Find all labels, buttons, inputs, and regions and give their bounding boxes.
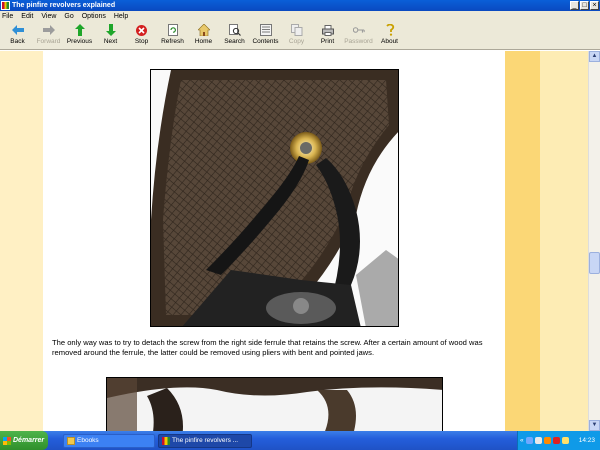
password-button[interactable]: Password (343, 22, 374, 49)
revolver-grip-photo (150, 69, 399, 327)
menu-go[interactable]: Go (64, 13, 73, 20)
refresh-label: Refresh (161, 38, 184, 45)
folder-icon (67, 436, 75, 445)
app-icon (1, 1, 10, 10)
next-button[interactable]: Next (95, 22, 126, 49)
clock[interactable]: 14:23 (579, 437, 595, 444)
second-revolver-photo (106, 377, 443, 431)
password-label: Password (344, 38, 373, 45)
scroll-up-button[interactable]: ▲ (589, 51, 600, 62)
contents-icon (259, 24, 272, 36)
menu-help[interactable]: Help (114, 13, 128, 20)
copy-button[interactable]: Copy (281, 22, 312, 49)
refresh-icon (167, 24, 179, 36)
vertical-scrollbar[interactable]: ▲ ▼ (588, 51, 600, 431)
search-icon (228, 24, 241, 36)
title-bar: The pinfire revolvers explained _ □ × (0, 0, 600, 11)
home-icon (197, 24, 210, 36)
task-ebooks-label: Ebooks (77, 437, 99, 444)
down-arrow-icon (105, 24, 117, 36)
search-button[interactable]: Search (219, 22, 250, 49)
search-label: Search (224, 38, 245, 45)
menu-edit[interactable]: Edit (21, 13, 33, 20)
window-controls: _ □ × (570, 1, 599, 10)
refresh-button[interactable]: Refresh (157, 22, 188, 49)
document-view[interactable]: The only way was to try to detach the sc… (0, 51, 588, 431)
menu-view[interactable]: View (41, 13, 56, 20)
messenger-icon[interactable] (561, 437, 569, 444)
decorative-margin (540, 51, 588, 431)
previous-label: Previous (66, 38, 93, 45)
page-body: The only way was to try to detach the sc… (43, 51, 505, 431)
firefox-icon[interactable] (543, 437, 551, 444)
decorative-stripe (505, 51, 540, 431)
home-label: Home (194, 38, 213, 45)
task-pinfire-label: The pinfire revolvers ... (172, 437, 239, 444)
stop-button[interactable]: Stop (126, 22, 157, 49)
network-icon[interactable] (525, 437, 533, 444)
windows-flag-icon (3, 436, 11, 445)
contents-label: Contents (252, 38, 279, 45)
next-label: Next (103, 38, 118, 45)
task-pinfire[interactable]: The pinfire revolvers ... (158, 433, 252, 448)
volume-icon[interactable] (534, 437, 542, 444)
menu-bar: File Edit View Go Options Help (0, 11, 600, 22)
previous-button[interactable]: Previous (64, 22, 95, 49)
forward-button[interactable]: Forward (33, 22, 64, 49)
contents-button[interactable]: Contents (250, 22, 281, 49)
system-tray: « 14:23 (517, 431, 600, 450)
up-arrow-icon (74, 24, 86, 36)
antivirus-icon[interactable] (552, 437, 560, 444)
scroll-down-button[interactable]: ▼ (589, 420, 600, 431)
close-button[interactable]: × (590, 1, 599, 10)
back-label: Back (10, 38, 25, 45)
maximize-button[interactable]: □ (580, 1, 589, 10)
forward-arrow-icon (42, 24, 55, 36)
copy-icon (290, 24, 303, 36)
back-button[interactable]: Back (2, 22, 33, 49)
key-icon (352, 24, 365, 36)
scroll-thumb[interactable] (589, 252, 600, 274)
menu-options[interactable]: Options (82, 13, 106, 20)
about-icon (384, 24, 396, 36)
about-label: About (381, 38, 398, 45)
stop-label: Stop (134, 38, 149, 45)
forward-label: Forward (36, 38, 61, 45)
print-button[interactable]: Print (312, 22, 343, 49)
toolbar: Back Forward Previous Next Stop Refresh (0, 22, 600, 50)
start-label: Démarrer (13, 437, 45, 444)
back-arrow-icon (11, 24, 24, 36)
stop-icon (136, 24, 148, 36)
menu-file[interactable]: File (2, 13, 13, 20)
print-icon (321, 24, 334, 36)
print-label: Print (320, 38, 335, 45)
start-button[interactable]: Démarrer (0, 431, 48, 450)
task-ebooks[interactable]: Ebooks (63, 433, 155, 448)
ebook-app-icon (162, 436, 170, 445)
about-button[interactable]: About (374, 22, 405, 49)
taskbar: Démarrer Ebooks The pinfire revolvers ..… (0, 431, 600, 450)
photo-caption: The only way was to try to detach the sc… (52, 338, 483, 357)
window-title: The pinfire revolvers explained (12, 2, 116, 9)
minimize-button[interactable]: _ (570, 1, 579, 10)
home-button[interactable]: Home (188, 22, 219, 49)
tray-expand-button[interactable]: « (520, 437, 524, 444)
copy-label: Copy (288, 38, 305, 45)
